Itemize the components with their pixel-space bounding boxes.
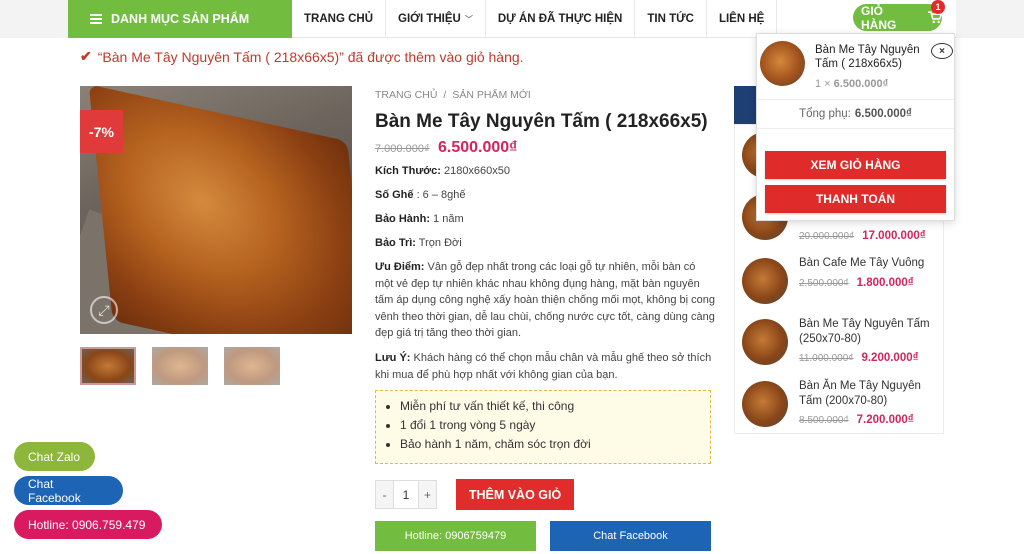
remove-item-button[interactable]: × (931, 43, 953, 59)
category-menu-label: DANH MỤC SẢN PHẨM (111, 12, 250, 26)
main-nav: TRANG CHỦ GIỚI THIỆU ﹀ DỰ ÁN ĐÃ THỰC HIỆN… (292, 0, 778, 38)
nav-label: GIỚI THIỆU (398, 13, 461, 25)
chevron-down-icon: ﹀ (464, 14, 473, 24)
product-thumbnail[interactable] (80, 347, 136, 385)
spec-seats: Số Ghế : 6 – 8ghế (375, 189, 466, 201)
floating-chat-facebook-button[interactable]: Chat Facebook (14, 476, 123, 505)
mini-cart-item-thumb[interactable] (760, 41, 805, 86)
wood-slab-shape (88, 86, 352, 334)
mini-cart-item-name[interactable]: Bàn Me Tây Nguyên Tấm ( 218x66x5) (815, 43, 930, 71)
checkout-button[interactable]: THANH TOÁN (765, 185, 946, 213)
cart-label: GIỎ HÀNG (861, 3, 897, 32)
sidebar-product-thumb (742, 381, 788, 427)
checkmark-icon: ✔ (80, 48, 92, 64)
breadcrumb: TRANG CHỦ / SẢN PHẨM MỚI (375, 89, 531, 101)
benefit-item: Miễn phí tư vấn thiết kế, thi công (400, 399, 710, 413)
old-price: 7.000.000₫ (375, 143, 430, 155)
nav-item-projects[interactable]: DỰ ÁN ĐÃ THỰC HIỆN (486, 0, 636, 38)
nav-label: LIÊN HỆ (718, 13, 765, 25)
spec-maintenance: Bảo Trì: Trọn Đời (375, 237, 462, 249)
added-to-cart-notice: ✔ “Bàn Me Tây Nguyên Tấm ( 218x66x5)” đã… (80, 48, 524, 65)
hotline-button[interactable]: Hotline: 0906759479 (375, 521, 536, 551)
benefit-item: Bảo hành 1 năm, chăm sóc trọn đời (400, 437, 710, 451)
menu-icon (90, 14, 102, 24)
breadcrumb-category[interactable]: SẢN PHẨM MỚI (452, 89, 530, 101)
sidebar-product-name: Bàn Me Tây Nguyên Tấm (250x70-80) (799, 318, 930, 345)
new-price: 6.500.000₫ (438, 139, 518, 156)
qty-minus-button[interactable]: - (376, 481, 393, 508)
sidebar-product[interactable]: Bàn Ăn Me Tây Nguyên Tấm (200x70-80) 8.5… (742, 379, 942, 439)
floating-hotline-button[interactable]: Hotline: 0906.759.479 (14, 510, 162, 539)
mini-cart-item-qty: 1 × 6.500.000₫ (815, 78, 889, 90)
chat-facebook-button[interactable]: Chat Facebook (550, 521, 711, 551)
sidebar-product-name: Bàn Cafe Me Tây Vuông (799, 257, 925, 269)
category-menu-button[interactable]: DANH MỤC SẢN PHẨM (68, 0, 292, 38)
benefit-item: 1 đổi 1 trong vòng 5 ngày (400, 418, 710, 432)
spec-size: Kích Thước: 2180x660x50 (375, 165, 511, 177)
breadcrumb-home[interactable]: TRANG CHỦ (375, 89, 437, 101)
sidebar-product-thumb (742, 258, 788, 304)
cart-button[interactable]: GIỎ HÀNG (853, 3, 942, 32)
spec-warranty: Bảo Hành: 1 năm (375, 213, 464, 225)
zoom-icon[interactable]: ⤢ (90, 296, 118, 324)
sidebar-product-price: 20.000.000₫ 17.000.000₫ (799, 230, 926, 242)
nav-item-news[interactable]: TIN TỨC (635, 0, 707, 38)
sidebar-product[interactable]: Bàn Me Tây Nguyên Tấm (250x70-80) 11.000… (742, 317, 942, 377)
qty-input[interactable]: 1 (393, 481, 419, 508)
product-thumbnail[interactable] (224, 347, 280, 385)
cart-count-badge: 1 (931, 0, 945, 14)
sidebar-product-name: Bàn Ăn Me Tây Nguyên Tấm (200x70-80) (799, 380, 921, 407)
sidebar-product-price: 2.500.000₫ 1.800.000₫ (799, 277, 914, 289)
note-text: Lưu Ý: Khách hàng có thể chọn mẫu chân v… (375, 352, 712, 381)
quantity-stepper: - 1 + (375, 480, 437, 509)
nav-label: DỰ ÁN ĐÃ THỰC HIỆN (497, 13, 623, 25)
sale-badge: -7% (80, 110, 123, 153)
notice-text: “Bàn Me Tây Nguyên Tấm ( 218x66x5)” đã đ… (97, 48, 524, 65)
mini-cart-subtotal: Tổng phụ: 6.500.000₫ (757, 99, 954, 129)
sidebar-header (734, 86, 756, 124)
sidebar-product[interactable]: Bàn Cafe Me Tây Vuông 2.500.000₫ 1.800.00… (742, 256, 942, 316)
breadcrumb-separator: / (443, 89, 447, 101)
qty-plus-button[interactable]: + (419, 481, 436, 508)
nav-label: TRANG CHỦ (304, 13, 373, 25)
chat-zalo-button[interactable]: Chat Zalo (14, 442, 95, 471)
view-cart-button[interactable]: XEM GIỎ HÀNG (765, 151, 946, 179)
nav-label: TIN TỨC (647, 13, 694, 25)
add-to-cart-button[interactable]: THÊM VÀO GIỎ (456, 479, 574, 510)
sidebar-product-price: 11.000.000₫ 9.200.000₫ (799, 352, 919, 364)
sidebar-product-price: 8.500.000₫ 7.200.000₫ (799, 414, 914, 426)
sidebar-product-thumb (742, 319, 788, 365)
advantage-text: Ưu Điểm: Vân gỗ đẹp nhất trong các loại … (375, 261, 716, 339)
nav-item-about[interactable]: GIỚI THIỆU ﹀ (386, 0, 486, 38)
nav-item-home[interactable]: TRANG CHỦ (292, 0, 386, 38)
benefits-box: Miễn phí tư vấn thiết kế, thi công 1 đổi… (375, 390, 711, 464)
mini-cart-dropdown: Bàn Me Tây Nguyên Tấm ( 218x66x5) 1 × 6.… (756, 33, 955, 221)
product-thumbnail[interactable] (152, 347, 208, 385)
product-title: Bàn Me Tây Nguyên Tấm ( 218x66x5) (375, 111, 708, 132)
